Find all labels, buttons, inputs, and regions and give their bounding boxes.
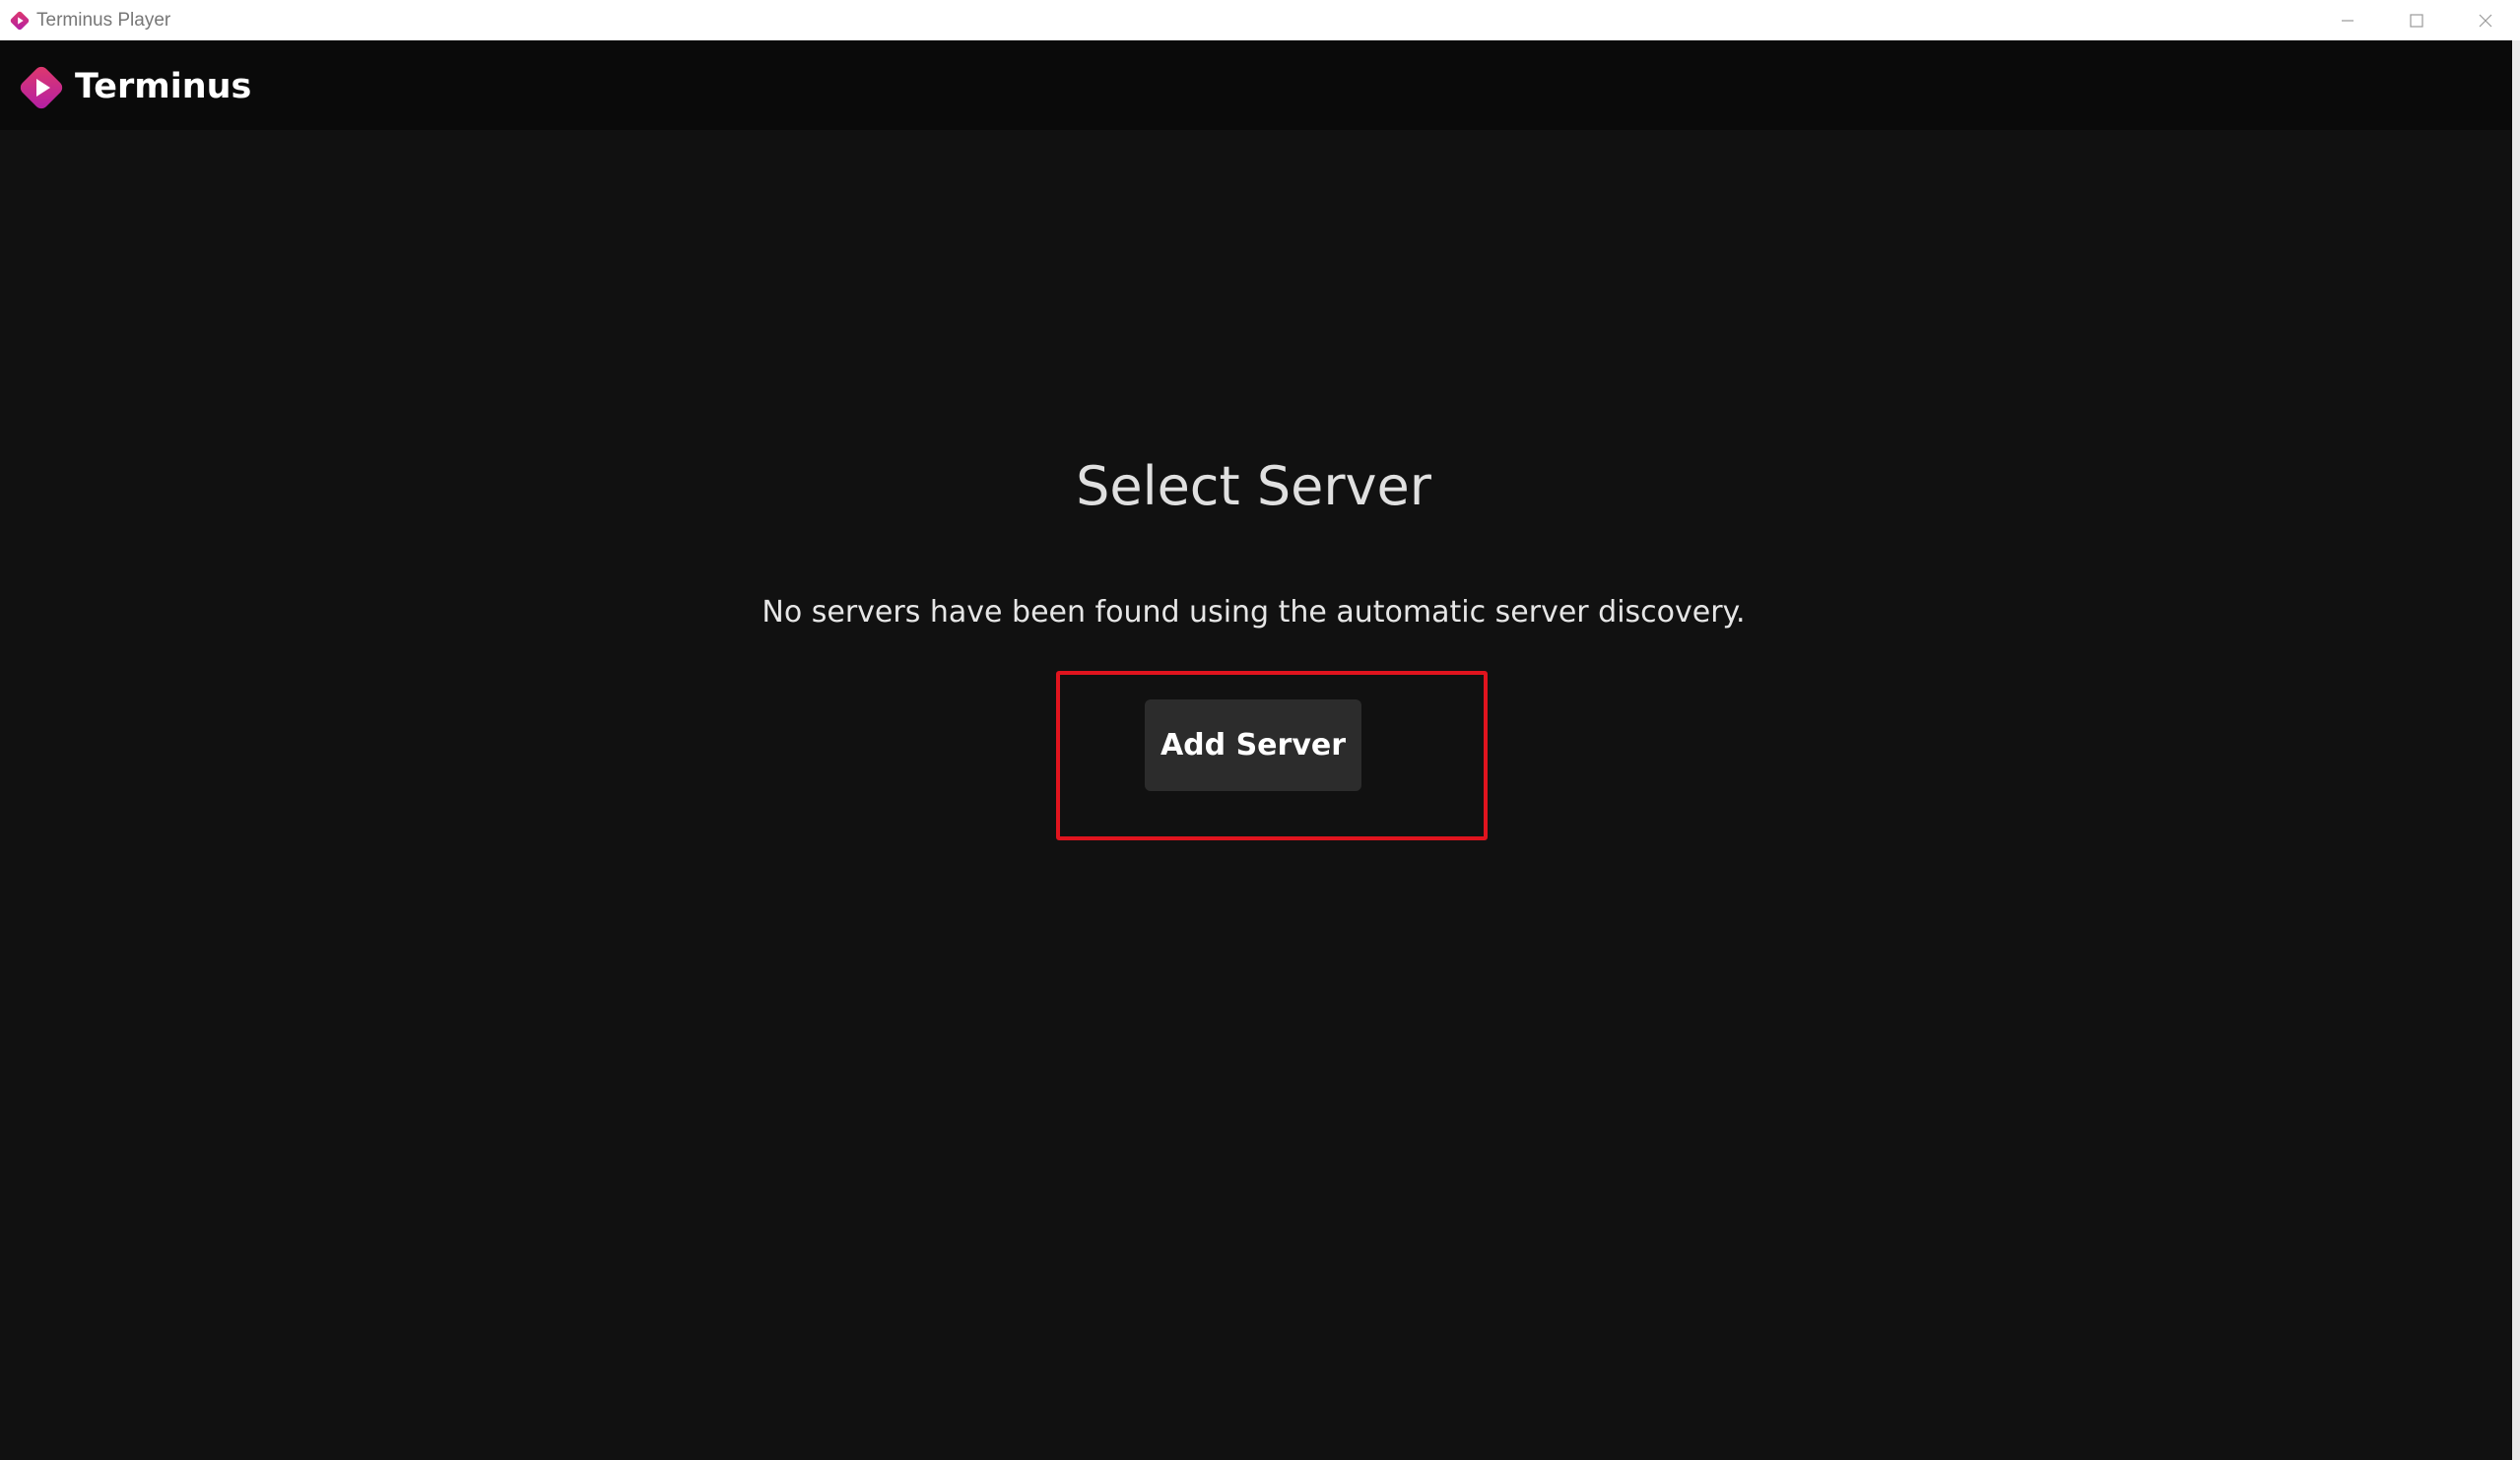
maximize-button[interactable] bbox=[2382, 0, 2451, 40]
page-title: Select Server bbox=[1076, 455, 1431, 517]
close-icon bbox=[2479, 14, 2492, 27]
minimize-icon bbox=[2342, 19, 2354, 22]
scrollbar[interactable] bbox=[2512, 40, 2520, 1460]
maximize-icon bbox=[2410, 13, 2423, 28]
brand-name: Terminus bbox=[75, 67, 252, 106]
terminus-logo-icon[interactable] bbox=[16, 62, 67, 113]
app-header: Terminus bbox=[0, 40, 2512, 130]
minimize-button[interactable] bbox=[2313, 0, 2382, 40]
app-icon bbox=[10, 11, 30, 30]
app-window: Terminus Player Terminus Select Server N… bbox=[0, 0, 2520, 1460]
add-server-button[interactable]: Add Server bbox=[1145, 699, 1361, 791]
window-title: Terminus Player bbox=[36, 9, 171, 31]
close-button[interactable] bbox=[2451, 0, 2520, 40]
window-titlebar[interactable]: Terminus Player bbox=[0, 0, 2520, 40]
no-servers-message: No servers have been found using the aut… bbox=[762, 595, 1746, 630]
